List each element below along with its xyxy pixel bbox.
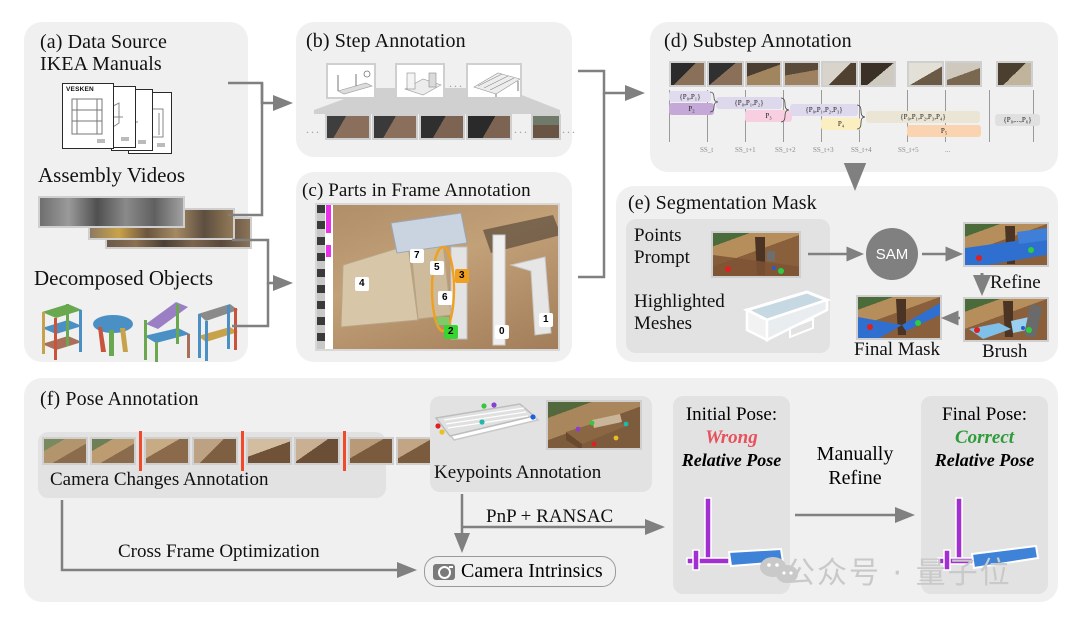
watermark-chat-icon	[760, 557, 798, 583]
connector-arrows	[60, 69, 915, 579]
watermark: 公众号 · 量子位	[785, 556, 1012, 591]
figure-root: (a) Data Source IKEA Manuals IMAS AN T V…	[0, 0, 1080, 618]
